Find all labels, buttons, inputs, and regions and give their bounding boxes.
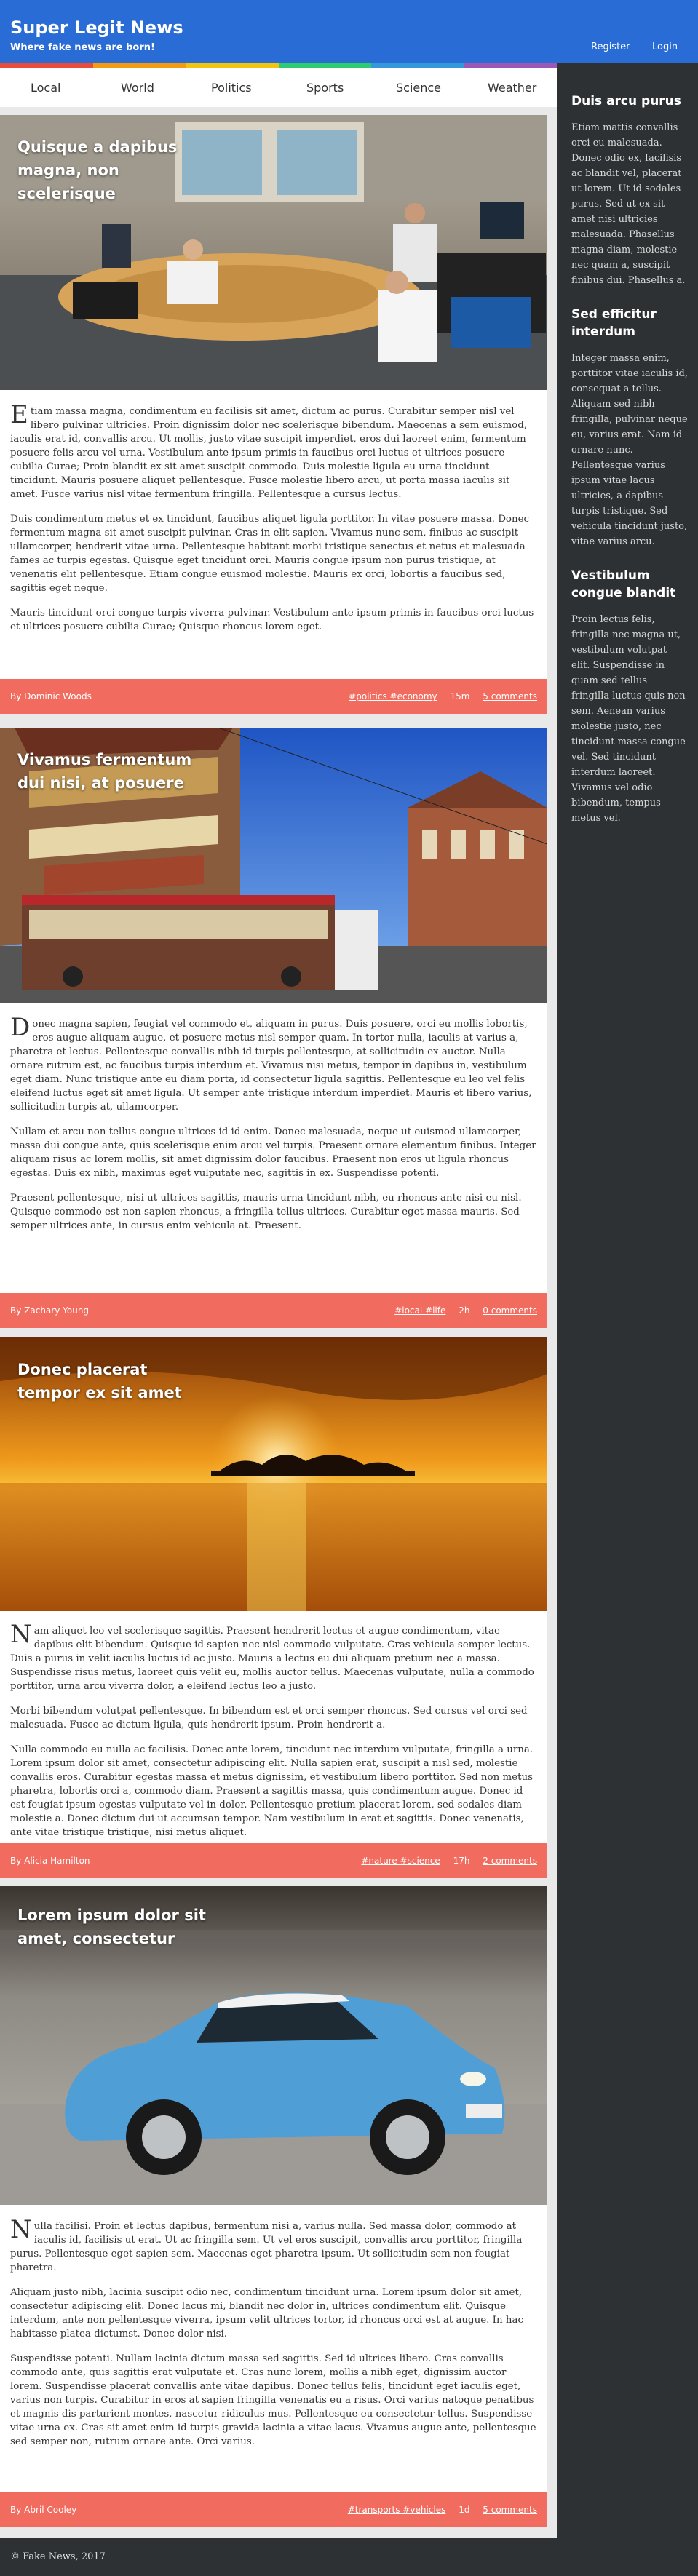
nav-item-politics[interactable]: Politics [211, 81, 252, 95]
article-body: Etiam massa magna, condimentum eu facili… [10, 400, 537, 645]
nav-item-weather[interactable]: Weather [488, 81, 536, 95]
article-author: By Alicia Hamilton [10, 1856, 90, 1866]
article-card: Donec placerat tempor ex sit amet Nam al… [0, 1337, 547, 1878]
article-card: Vivamus fermentum dui nisi, at posuere D… [0, 728, 547, 1328]
article-card: Quisque a dapibus magna, non scelerisque… [0, 115, 547, 714]
article-headline[interactable]: Quisque a dapibus magna, non scelerisque [17, 135, 207, 205]
nav-item-science[interactable]: Science [396, 81, 441, 95]
article-comments-link[interactable]: 2 comments [483, 1856, 537, 1866]
sidebar-heading: Duis arcu purus [571, 94, 681, 108]
register-link[interactable]: Register [591, 41, 630, 52]
article-tags[interactable]: #local #life [394, 1305, 445, 1316]
site-title[interactable]: Super Legit News [10, 17, 183, 38]
nav-item-world[interactable]: World [121, 81, 154, 95]
article-paragraph: Etiam massa magna, condimentum eu facili… [10, 400, 528, 500]
article-body: Nulla facilisi. Proin et lectus dapibus,… [10, 2215, 537, 2460]
article-paragraph: Nam aliquet leo vel scelerisque sagittis… [10, 1620, 534, 1692]
sidebar-heading: Vestibulum congue blandit [571, 568, 676, 600]
article-body: Nam aliquet leo vel scelerisque sagittis… [10, 1620, 537, 1850]
article-paragraph: Nulla commodo eu nulla ac facilisis. Don… [10, 1744, 534, 1838]
article-comments-link[interactable]: 5 comments [483, 691, 537, 701]
nav-item-local[interactable]: Local [31, 81, 60, 95]
article-tags[interactable]: #politics #economy [349, 691, 437, 701]
article-card: Lorem ipsum dolor sit amet, consectetur … [0, 1886, 547, 2527]
article-paragraph: Mauris tincidunt orci congue turpis vive… [10, 608, 534, 632]
main-nav: Local World Politics Sports Science Weat… [0, 68, 557, 107]
article-comments-link[interactable]: 5 comments [483, 2505, 537, 2515]
sidebar-text: Integer massa enim, porttitor vitae iacu… [571, 353, 688, 547]
article-image-car[interactable]: Lorem ipsum dolor sit amet, consectetur [0, 1886, 547, 2205]
article-tags[interactable]: #transports #vehicles [348, 2505, 446, 2515]
article-image-sunset[interactable]: Donec placerat tempor ex sit amet [0, 1337, 547, 1611]
sidebar-heading: Sed efficitur interdum [571, 307, 657, 339]
article-body: Donec magna sapien, feugiat vel commodo … [10, 1013, 537, 1244]
article-author: By Zachary Young [10, 1305, 90, 1316]
article-comments-link[interactable]: 0 comments [483, 1305, 537, 1316]
site-header: Super Legit News Where fake news are bor… [0, 0, 698, 63]
article-paragraph: Duis condimentum metus et ex tincidunt, … [10, 514, 530, 594]
article-paragraph: Praesent pellentesque, nisi ut ultrices … [10, 1193, 522, 1231]
sidebar: Duis arcu purus Etiam mattis convallis o… [557, 63, 698, 2538]
article-time: 17h [453, 1856, 470, 1866]
article-footer: By Alicia Hamilton #nature #science 17h … [0, 1843, 547, 1878]
article-time: 2h [459, 1305, 470, 1316]
article-paragraph: Morbi bibendum volutpat pellentesque. In… [10, 1706, 528, 1730]
article-headline[interactable]: Lorem ipsum dolor sit amet, consectetur [17, 1904, 207, 1950]
article-paragraph: Nulla facilisi. Proin et lectus dapibus,… [10, 2215, 523, 2273]
article-paragraph: Donec magna sapien, feugiat vel commodo … [10, 1013, 532, 1113]
article-headline[interactable]: Vivamus fermentum dui nisi, at posuere [17, 748, 207, 795]
article-paragraph: Suspendisse potenti. Nullam lacinia dict… [10, 2353, 536, 2447]
article-time: 1d [459, 2505, 470, 2515]
sidebar-text: Etiam mattis convallis orci eu malesuada… [571, 122, 686, 286]
article-footer: By Zachary Young #local #life 2h 0 comme… [0, 1293, 547, 1328]
article-author: By Abril Cooley [10, 2505, 77, 2515]
site-tagline: Where fake news are born! [10, 42, 155, 53]
article-footer: By Dominic Woods #politics #economy 15m … [0, 679, 547, 714]
article-time: 15m [450, 691, 470, 701]
copyright-text: © Fake News, 2017 [10, 2551, 106, 2562]
article-paragraph: Nullam et arcu non tellus congue ultrice… [10, 1126, 536, 1179]
article-headline[interactable]: Donec placerat tempor ex sit amet [17, 1358, 207, 1404]
nav-item-sports[interactable]: Sports [306, 81, 344, 95]
article-paragraph: Aliquam justo nibh, lacinia suscipit odi… [10, 2287, 523, 2340]
article-image-office[interactable]: Quisque a dapibus magna, non scelerisque [0, 115, 547, 390]
article-footer: By Abril Cooley #transports #vehicles 1d… [0, 2492, 547, 2527]
login-link[interactable]: Login [652, 41, 678, 52]
article-image-cable-car[interactable]: Vivamus fermentum dui nisi, at posuere [0, 728, 547, 1003]
sidebar-text: Proin lectus felis, fringilla nec magna … [571, 614, 686, 824]
article-tags[interactable]: #nature #science [361, 1856, 440, 1866]
article-author: By Dominic Woods [10, 691, 92, 701]
site-footer: © Fake News, 2017 [0, 2538, 698, 2576]
